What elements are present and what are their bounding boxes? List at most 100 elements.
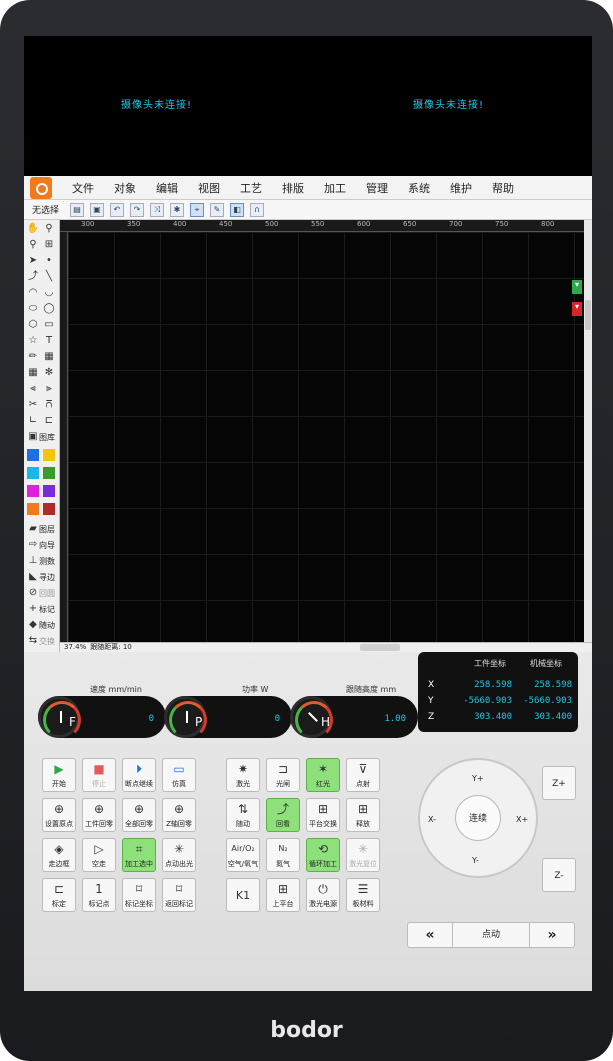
layer-color-cyan[interactable] xyxy=(27,467,39,479)
swap-icon[interactable]: ⇆ xyxy=(26,634,40,648)
chevron-left-icon[interactable]: « xyxy=(408,927,452,943)
layer-color-orange[interactable] xyxy=(27,503,39,515)
circle-icon[interactable]: ◯ xyxy=(42,302,56,316)
mark-coord-button[interactable]: ⌑ 标记坐标 xyxy=(122,878,156,912)
mark-label[interactable]: 标记 xyxy=(39,604,55,615)
select-tool-icon[interactable]: ⤨ xyxy=(150,202,165,217)
app-logo[interactable] xyxy=(30,176,52,199)
library-icon[interactable]: ▣ xyxy=(26,430,40,444)
z-home-button[interactable]: ⊕ Z轴回零 xyxy=(162,798,196,832)
mirror2-icon[interactable]: ⫸ xyxy=(42,382,56,396)
collapse-icon[interactable]: ▾ xyxy=(572,302,582,316)
undo-origin-icon[interactable]: ⊘ xyxy=(26,586,40,600)
library-label[interactable]: 图库 xyxy=(39,432,55,443)
layers-label[interactable]: 图层 xyxy=(39,524,55,535)
jog-y-plus[interactable]: Y+ xyxy=(472,774,484,783)
polygon-icon[interactable]: ⬡ xyxy=(26,318,40,332)
expand-down-icon[interactable]: ▾ xyxy=(572,280,582,294)
guide-label[interactable]: 向导 xyxy=(39,540,55,551)
draw-pen-icon[interactable]: ✎ xyxy=(210,202,225,217)
arc-icon[interactable]: ◠ xyxy=(26,286,40,300)
resume-breakpoint-button[interactable]: ⏵ 断点继续 xyxy=(122,758,156,792)
shutter-button[interactable]: ⊐ 光闸 xyxy=(266,758,300,792)
menu-view[interactable]: 视图 xyxy=(198,180,220,196)
sheet-material-button[interactable]: ☰ 板材料 xyxy=(346,878,380,912)
measure-icon[interactable]: ✏ xyxy=(26,350,40,364)
open-file-icon[interactable]: ▤ xyxy=(70,202,85,217)
laser-reset-button[interactable]: ✳ 激光复位 xyxy=(346,838,380,872)
line-icon[interactable]: ╲ xyxy=(42,270,56,284)
stop-button[interactable]: ■ 停止 xyxy=(82,758,116,792)
magnet-icon[interactable]: ∩ xyxy=(250,202,265,217)
trace-frame-button[interactable]: ◈ 走边框 xyxy=(42,838,76,872)
menu-system[interactable]: 系统 xyxy=(408,180,430,196)
rectangle-icon[interactable]: ▭ xyxy=(42,318,56,332)
follow-label[interactable]: 随动 xyxy=(39,620,55,631)
barcode-icon[interactable]: ▦ xyxy=(42,350,56,364)
menu-maintain[interactable]: 维护 xyxy=(450,180,472,196)
ellipse-icon[interactable]: ⬭ xyxy=(26,302,40,316)
jog-y-minus[interactable]: Y- xyxy=(472,856,479,865)
nitrogen-button[interactable]: N₂ 氮气 xyxy=(266,838,300,872)
laser-button[interactable]: ✷ 激光 xyxy=(226,758,260,792)
z-plus-button[interactable]: Z+ xyxy=(542,766,576,800)
layer-color-green[interactable] xyxy=(43,467,55,479)
grid-view-icon[interactable]: ⊞ xyxy=(42,238,56,252)
star-icon[interactable]: ☆ xyxy=(26,334,40,348)
pan-hand-icon[interactable]: ✋ xyxy=(26,222,40,236)
layer-color-red[interactable] xyxy=(43,503,55,515)
guide-icon[interactable]: ⇨ xyxy=(26,538,40,552)
menu-object[interactable]: 对象 xyxy=(114,180,136,196)
menu-manage[interactable]: 管理 xyxy=(366,180,388,196)
edge-find-icon[interactable]: ◣ xyxy=(26,570,40,584)
layers-icon[interactable]: ▰ xyxy=(26,522,40,536)
menu-machining[interactable]: 加工 xyxy=(324,180,346,196)
z-minus-button[interactable]: Z- xyxy=(542,858,576,892)
fill-icon[interactable]: ◧ xyxy=(230,202,245,217)
review-button[interactable]: ⤴ 回看 xyxy=(266,798,300,832)
measure-label[interactable]: 测数 xyxy=(39,556,55,567)
menu-nesting[interactable]: 排版 xyxy=(282,180,304,196)
trim-icon[interactable]: ✂ xyxy=(26,398,40,412)
snap-icon[interactable]: ⌖ xyxy=(190,202,205,217)
cycle-process-button[interactable]: ⟲ 循环加工 xyxy=(306,838,340,872)
snowflake-icon[interactable]: ✻ xyxy=(42,366,56,380)
follow-button[interactable]: ⇅ 随动 xyxy=(226,798,260,832)
undo-icon[interactable]: ↶ xyxy=(110,202,125,217)
upper-platform-button[interactable]: ⊞ 上平台 xyxy=(266,878,300,912)
layer-color-magenta[interactable] xyxy=(27,485,39,497)
arc2-icon[interactable]: ◡ xyxy=(42,286,56,300)
vertical-scrollbar[interactable] xyxy=(584,220,592,652)
jog-mode-label[interactable]: 点动 xyxy=(452,922,530,948)
mark-icon[interactable]: + xyxy=(26,602,40,616)
jog-laser-button[interactable]: ✳ 点动出光 xyxy=(162,838,196,872)
save-icon[interactable]: ▣ xyxy=(90,202,105,217)
k1-button[interactable]: K1 xyxy=(226,878,260,912)
set-origin-button[interactable]: ⊕ 设置原点 xyxy=(42,798,76,832)
text-icon[interactable]: T xyxy=(42,334,56,348)
simulate-button[interactable]: ▭ 仿真 xyxy=(162,758,196,792)
return-mark-button[interactable]: ⌑ 返回标记 xyxy=(162,878,196,912)
bridge-icon[interactable]: ⩃ xyxy=(42,398,56,412)
horizontal-scrollbar[interactable] xyxy=(360,644,400,651)
zoom-icon[interactable]: ⚲ xyxy=(42,222,56,236)
jog-x-minus[interactable]: X- xyxy=(428,815,436,824)
menu-file[interactable]: 文件 xyxy=(72,180,94,196)
array-icon[interactable]: ▦ xyxy=(26,366,40,380)
calibrate-button[interactable]: ⊏ 标定 xyxy=(42,878,76,912)
swap-label[interactable]: 交换 xyxy=(39,636,55,647)
jog-continuous-button[interactable]: 连续 xyxy=(455,795,501,841)
start-button[interactable]: ▶ 开始 xyxy=(42,758,76,792)
platform-swap-button[interactable]: ⊞ 平台交换 xyxy=(306,798,340,832)
mark-point-button[interactable]: 1 标记点 xyxy=(82,878,116,912)
follow-icon[interactable]: ◆ xyxy=(26,618,40,632)
dry-run-button[interactable]: ▷ 空走 xyxy=(82,838,116,872)
redo-icon[interactable]: ↷ xyxy=(130,202,145,217)
workpiece-home-button[interactable]: ⊕ 工件回零 xyxy=(82,798,116,832)
settings-gear-icon[interactable]: ✱ xyxy=(170,202,185,217)
spot-shot-button[interactable]: ⊽ 点射 xyxy=(346,758,380,792)
menu-edit[interactable]: 编辑 xyxy=(156,180,178,196)
laser-power-button[interactable]: ⏻ 激光电源 xyxy=(306,878,340,912)
undo-origin-label[interactable]: 回圆 xyxy=(39,588,55,599)
release-button[interactable]: ⊞ 释放 xyxy=(346,798,380,832)
